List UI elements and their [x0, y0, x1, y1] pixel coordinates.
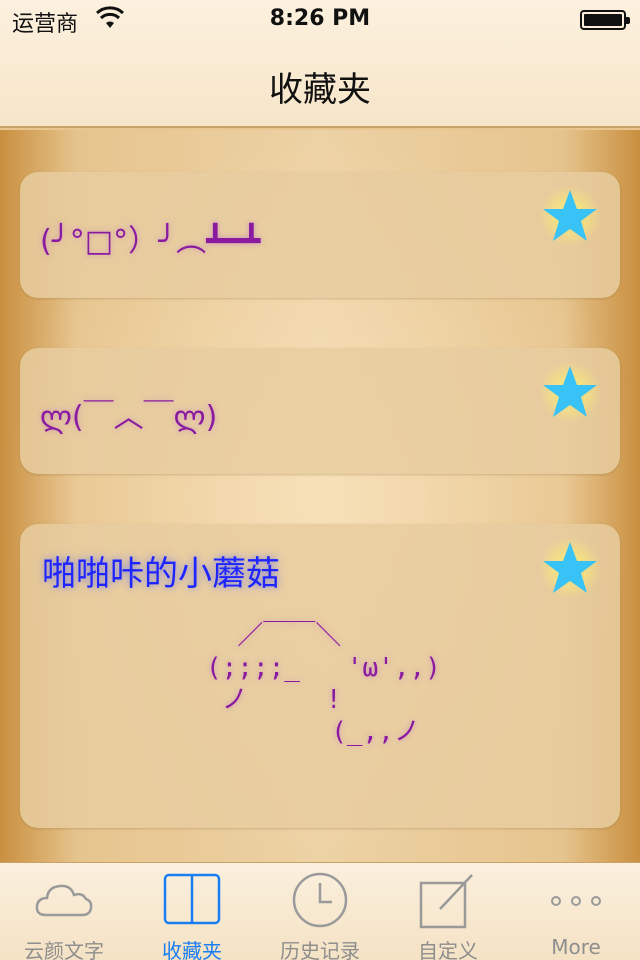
star-icon[interactable]	[538, 184, 602, 248]
top-bar: 运营商 8:26 PM 收藏夹	[0, 0, 640, 128]
page-title: 收藏夹	[269, 70, 371, 110]
cloud-icon	[35, 884, 93, 917]
clock-icon	[292, 872, 348, 928]
tab-label: 历史记录	[280, 939, 360, 960]
battery-icon	[580, 10, 630, 30]
tab-cloud-emoticons[interactable]: 云颜文字	[0, 863, 128, 960]
tab-bar: 云颜文字 收藏夹 历史记录 自定义 More	[0, 862, 640, 960]
favorites-list[interactable]: (╯°□°）╯︵┻━┻ ლ(￣︿￣ლ) 啪啪咔的小蘑菇 ／￣￣＼ (;;;;_ …	[0, 130, 640, 862]
favorite-card[interactable]: ლ(￣︿￣ლ)	[20, 348, 620, 474]
status-bar: 运营商 8:26 PM	[0, 0, 640, 40]
emoticon-title: 啪啪咔的小蘑菇	[42, 554, 280, 594]
emoticon-text: (╯°□°）╯︵┻━┻	[40, 224, 261, 259]
favorite-card[interactable]: 啪啪咔的小蘑菇 ／￣￣＼ (;;;;_ 'ω',,) ノ ! (_,,ノ	[20, 524, 620, 828]
tab-label: 自定义	[418, 939, 478, 960]
favorite-card[interactable]: (╯°□°）╯︵┻━┻	[20, 172, 620, 298]
tab-label: 收藏夹	[162, 939, 222, 960]
tab-label: 云颜文字	[24, 939, 104, 960]
star-icon[interactable]	[538, 536, 602, 600]
book-icon	[163, 873, 221, 925]
more-icon	[551, 896, 601, 906]
tab-more[interactable]: More	[512, 863, 640, 960]
tab-favorites[interactable]: 收藏夹	[128, 863, 256, 960]
ascii-art: ／￣￣＼ (;;;;_ 'ω',,) ノ ! (_,,ノ	[206, 621, 441, 747]
tab-custom[interactable]: 自定义	[384, 863, 512, 960]
tab-label: More	[551, 935, 601, 959]
compose-icon	[419, 874, 473, 929]
emoticon-text: ლ(￣︿￣ლ)	[40, 400, 218, 435]
status-time: 8:26 PM	[269, 6, 371, 31]
tab-history[interactable]: 历史记录	[256, 863, 384, 960]
star-icon[interactable]	[538, 360, 602, 424]
